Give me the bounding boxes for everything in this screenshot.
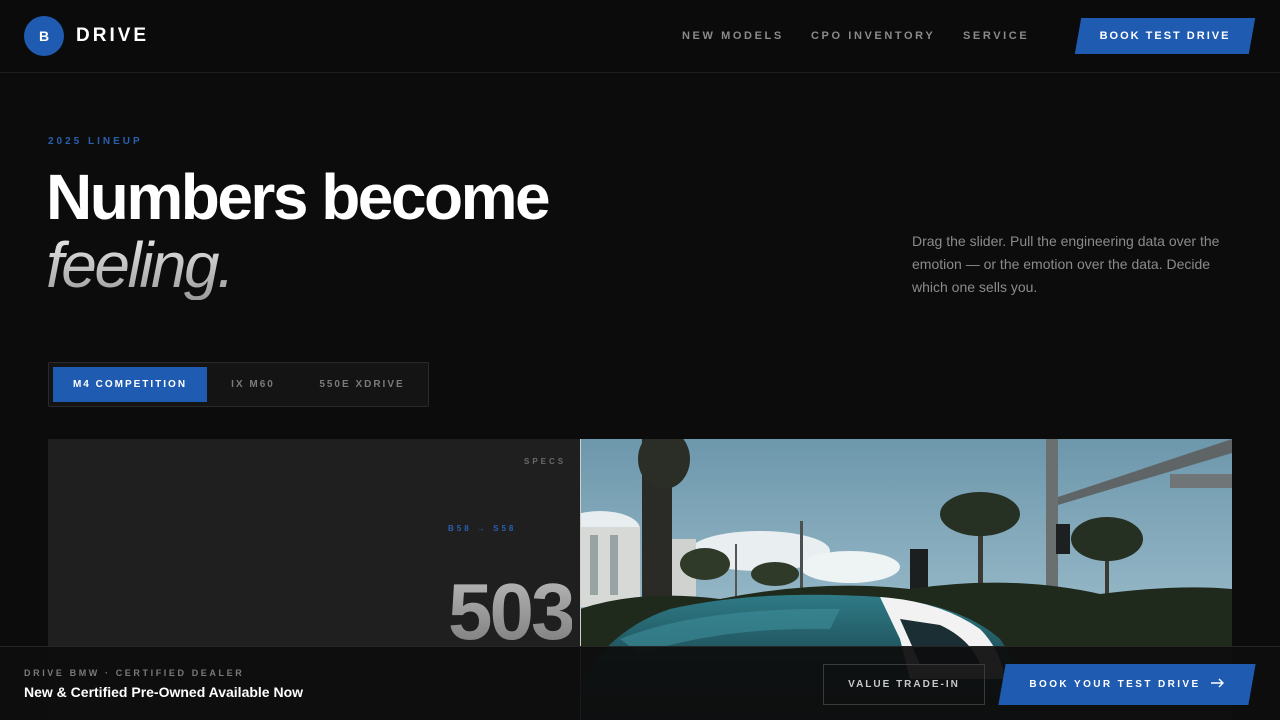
site-header: B DRIVE NEW MODELS CPO INVENTORY SERVICE… [0,0,1280,73]
specs-label: SPECS [524,457,567,466]
tab-m4-competition[interactable]: M4 COMPETITION [53,367,207,402]
arrow-right-icon [1210,678,1225,691]
value-trade-in-button[interactable]: VALUE TRADE-IN [823,664,985,705]
nav-cpo-inventory[interactable]: CPO INVENTORY [811,30,935,42]
nav-new-models[interactable]: NEW MODELS [682,30,784,42]
logo-letter: B [38,28,50,44]
nav-service[interactable]: SERVICE [963,30,1029,42]
tab-ix-m60[interactable]: IX M60 [207,367,299,402]
sticky-cta-bar: DRIVE BMW · CERTIFIED DEALER New & Certi… [0,646,1280,720]
hero-eyebrow: 2025 LINEUP [48,136,143,147]
brand-logo[interactable]: B [24,16,64,56]
dealer-headline: New & Certified Pre-Owned Available Now [24,684,304,700]
value-trade-in-label: VALUE TRADE-IN [848,679,960,690]
book-test-drive-button[interactable]: BOOK TEST DRIVE [1078,30,1252,42]
engine-range-label: B58 → S58 [448,524,517,533]
dealer-eyebrow: DRIVE BMW · CERTIFIED DEALER [24,668,245,678]
hero-title-line1: Numbers become [46,161,551,233]
book-your-test-drive-label: BOOK YOUR TEST DRIVE [1029,679,1201,690]
brand-name[interactable]: DRIVE [76,25,149,47]
hero-title-line2: feeling. [46,229,235,301]
book-your-test-drive-button[interactable]: BOOK YOUR TEST DRIVE [1002,664,1252,705]
hero-description: Drag the slider. Pull the engineering da… [912,233,1220,295]
tab-550e-xdrive[interactable]: 550E XDRIVE [299,367,425,402]
model-tabs: M4 COMPETITION IX M60 550E XDRIVE [48,362,429,407]
spec-big-number: 503 [448,567,575,656]
